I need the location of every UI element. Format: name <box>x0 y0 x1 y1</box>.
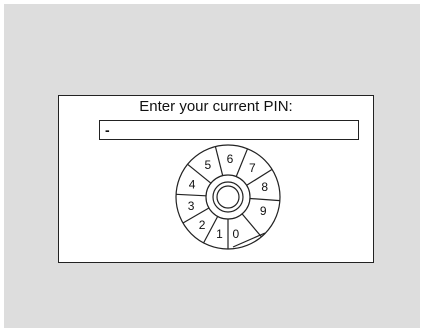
dial-digit-9[interactable]: 9 <box>260 204 267 218</box>
rotary-dial: 0 1 2 3 4 5 6 7 8 9 <box>175 144 281 250</box>
pin-dialog: Enter your current PIN: - 0 1 2 3 4 5 6 … <box>58 95 374 263</box>
dial-digit-7[interactable]: 7 <box>249 161 256 175</box>
dial-separator <box>235 148 249 177</box>
dial-digit-5[interactable]: 5 <box>205 158 212 172</box>
dial-hub-center <box>216 185 240 209</box>
dial-digit-4[interactable]: 4 <box>189 178 196 192</box>
dial-digit-3[interactable]: 3 <box>188 199 195 213</box>
dial-separator <box>214 146 224 176</box>
dial-digit-2[interactable]: 2 <box>199 218 206 232</box>
screen-background: Enter your current PIN: - 0 1 2 3 4 5 6 … <box>4 4 420 328</box>
dial-digit-0[interactable]: 0 <box>233 227 240 241</box>
dial-digit-1[interactable]: 1 <box>216 227 223 241</box>
dial-separator <box>241 213 262 238</box>
dial-digit-6[interactable]: 6 <box>227 152 234 166</box>
dial-separator <box>249 197 280 202</box>
dial-digit-8[interactable]: 8 <box>261 180 268 194</box>
dial-separator <box>176 193 207 197</box>
